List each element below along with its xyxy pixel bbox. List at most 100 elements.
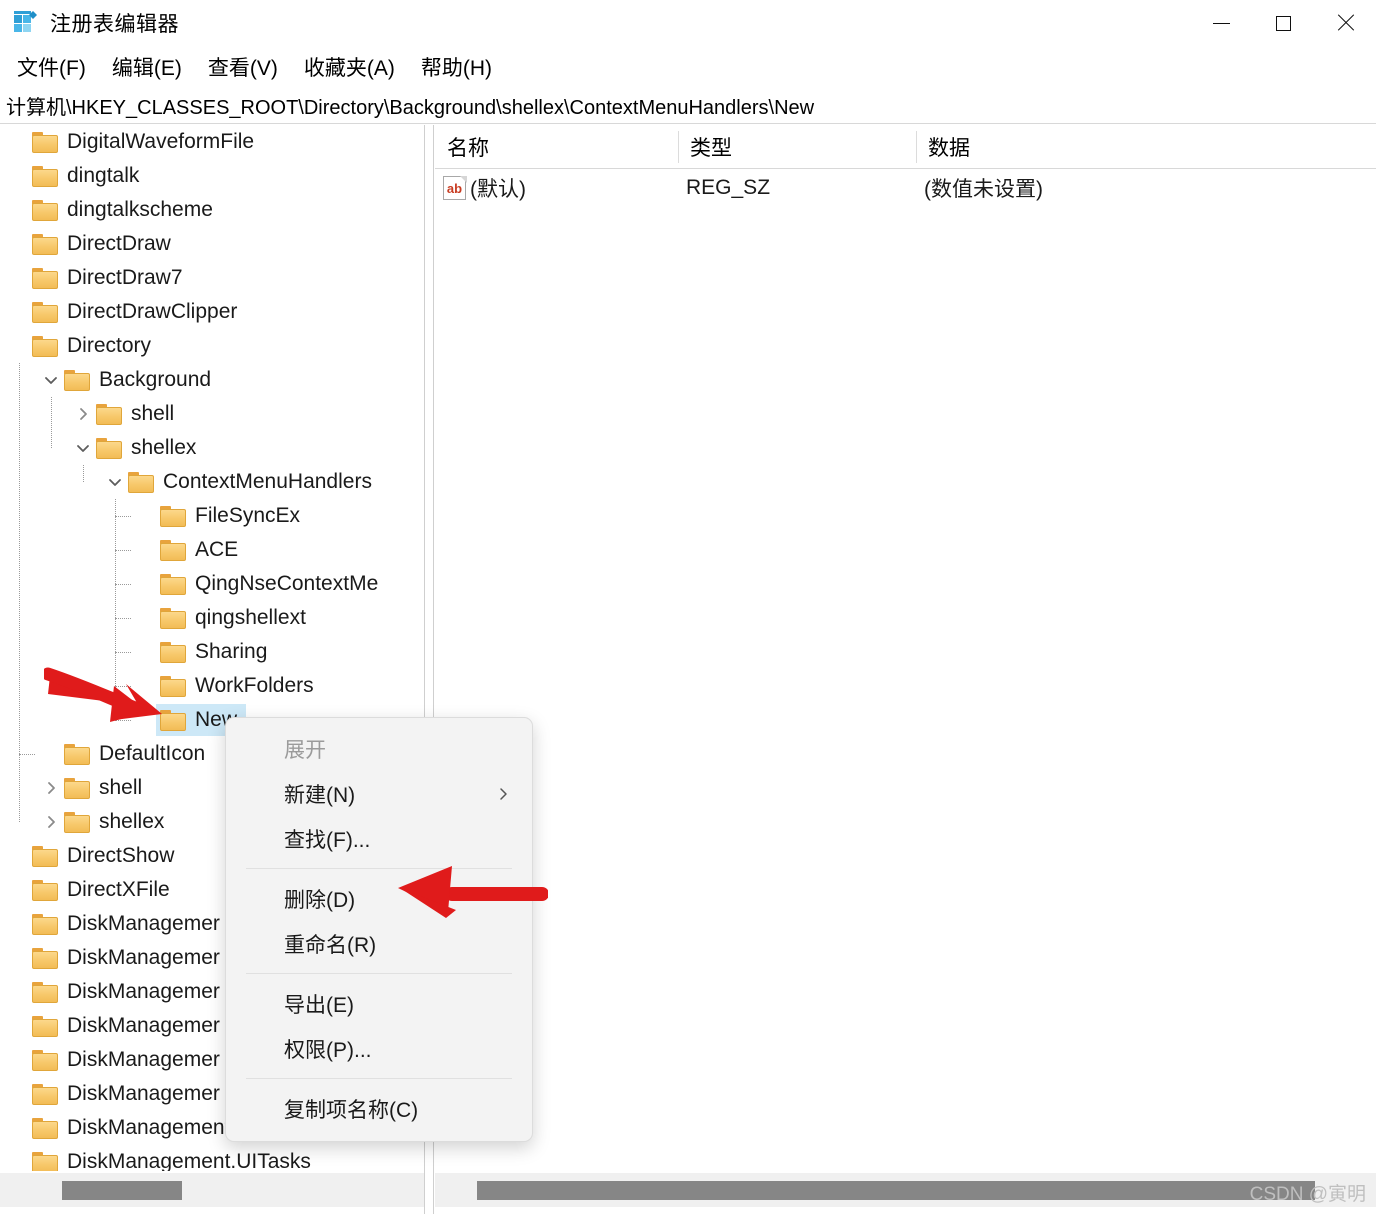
tree-item-label: FileSyncEx <box>195 504 301 527</box>
tree-item[interactable]: WorkFolders <box>0 669 424 703</box>
maximize-button[interactable] <box>1252 0 1314 46</box>
registry-values-pane[interactable]: 名称 类型 数据 ab (默认) REG_SZ (数值未设置) <box>435 125 1376 1214</box>
tree-item[interactable]: DirectDraw7 <box>0 261 424 295</box>
tree-item-label: shellex <box>131 436 197 459</box>
menu-separator <box>246 1078 512 1079</box>
tree-item[interactable]: DirectDraw <box>0 227 424 261</box>
value-type-cell: REG_SZ <box>686 176 771 199</box>
chevron-down-icon[interactable] <box>102 465 128 499</box>
tree-item[interactable]: DirectDrawClipper <box>0 295 424 329</box>
menubar-item-0[interactable]: 文件(F) <box>4 52 99 82</box>
value-data-cell: (数值未设置) <box>924 178 1043 201</box>
menubar-item-1[interactable]: 编辑(E) <box>99 52 195 82</box>
chevron-right-icon[interactable] <box>38 805 64 839</box>
context-menu-item-label: 查找(F)... <box>284 828 371 852</box>
context-menu-item-label: 导出(E) <box>284 993 354 1017</box>
chevron-right-icon[interactable] <box>70 397 96 431</box>
column-header-data[interactable]: 数据 <box>916 125 1376 169</box>
window-title: 注册表编辑器 <box>50 13 179 36</box>
values-horizontal-scrollbar[interactable] <box>435 1173 1376 1207</box>
tree-item[interactable]: FileSyncEx <box>0 499 424 533</box>
chevron-down-icon[interactable] <box>70 431 96 465</box>
table-row[interactable]: ab (默认) REG_SZ (数值未设置) <box>435 169 1376 207</box>
tree-item-label: DiskManagemer <box>67 1014 220 1037</box>
context-menu-item: 展开 <box>226 726 532 771</box>
chevron-down-icon[interactable] <box>38 363 64 397</box>
tree-item-label: DirectDraw7 <box>67 266 183 289</box>
folder-icon <box>160 539 186 561</box>
context-menu-item[interactable]: 新建(N) <box>226 771 532 816</box>
menubar-item-4[interactable]: 帮助(H) <box>408 52 505 82</box>
context-menu-item[interactable]: 重命名(R) <box>226 921 532 966</box>
context-menu[interactable]: 展开新建(N) 查找(F)... 删除(D) 重命名(R) 导出(E) 权限(P)... 复… <box>225 717 533 1142</box>
folder-icon <box>32 1015 58 1037</box>
context-menu-item[interactable]: 查找(F)... <box>226 816 532 861</box>
context-menu-item[interactable]: 删除(D) <box>226 876 532 921</box>
tree-item-label: WorkFolders <box>195 674 314 697</box>
context-menu-item-label: 展开 <box>284 738 326 762</box>
tree-item-label: ContextMenuHandlers <box>163 470 372 493</box>
address-bar[interactable]: 计算机\HKEY_CLASSES_ROOT\Directory\Backgrou… <box>0 88 1376 124</box>
tree-item-label: DiskManagemer <box>67 980 220 1003</box>
menubar-item-2[interactable]: 查看(V) <box>195 52 291 82</box>
close-icon <box>1336 14 1354 32</box>
tree-item[interactable]: Directory <box>0 329 424 363</box>
tree-item[interactable]: shellex <box>0 431 424 465</box>
tree-item-label: DigitalWaveformFile <box>67 130 255 153</box>
values-horizontal-scrollbar-thumb[interactable] <box>477 1181 1315 1200</box>
tree-item-label: DirectXFile <box>67 878 170 901</box>
folder-icon <box>160 505 186 527</box>
folder-icon <box>96 403 122 425</box>
close-button[interactable] <box>1314 0 1376 46</box>
tree-item[interactable]: Sharing <box>0 635 424 669</box>
tree-item-label: DirectDrawClipper <box>67 300 238 323</box>
tree-item-label: QingNseContextMe <box>195 572 379 595</box>
context-menu-item-label: 删除(D) <box>284 888 356 912</box>
tree-item[interactable]: shell <box>0 397 424 431</box>
tree-item[interactable]: dingtalkscheme <box>0 193 424 227</box>
tree-item[interactable]: DiskManagement.UITasks <box>0 1145 424 1171</box>
context-menu-item[interactable]: 权限(P)... <box>226 1026 532 1071</box>
tree-item[interactable]: ACE <box>0 533 424 567</box>
tree-item[interactable]: qingshellext <box>0 601 424 635</box>
tree-item-label: DiskManagemer <box>67 1082 220 1105</box>
tree-item[interactable]: dingtalk <box>0 159 424 193</box>
minimize-icon <box>1212 22 1230 24</box>
tree-item-label: DiskManagemer <box>67 912 220 935</box>
tree-item[interactable]: ContextMenuHandlers <box>0 465 424 499</box>
minimize-button[interactable] <box>1190 0 1252 46</box>
folder-icon <box>64 743 90 765</box>
folder-icon <box>32 1083 58 1105</box>
tree-horizontal-scrollbar[interactable] <box>0 1173 424 1207</box>
context-menu-item[interactable]: 复制项名称(C) <box>226 1086 532 1131</box>
tree-item-label: Sharing <box>195 640 268 663</box>
menubar: 文件(F) 编辑(E) 查看(V) 收藏夹(A) 帮助(H) <box>0 46 1376 88</box>
folder-icon <box>160 607 186 629</box>
tree-item-label: Background <box>99 368 212 391</box>
menubar-item-3[interactable]: 收藏夹(A) <box>291 52 408 82</box>
tree-item-label: shell <box>131 402 175 425</box>
tree-item[interactable]: QingNseContextMe <box>0 567 424 601</box>
menu-separator <box>246 973 512 974</box>
folder-icon <box>32 199 58 221</box>
context-menu-item[interactable]: 导出(E) <box>226 981 532 1026</box>
folder-icon <box>128 471 154 493</box>
tree-horizontal-scrollbar-thumb[interactable] <box>62 1181 182 1200</box>
folder-icon <box>160 709 186 731</box>
tree-item[interactable]: DigitalWaveformFile <box>0 125 424 159</box>
tree-item[interactable]: Background <box>0 363 424 397</box>
tree-item-label: DefaultIcon <box>99 742 206 765</box>
chevron-right-icon[interactable] <box>38 771 64 805</box>
column-header-type[interactable]: 类型 <box>678 125 916 169</box>
column-header-name[interactable]: 名称 <box>435 125 678 169</box>
